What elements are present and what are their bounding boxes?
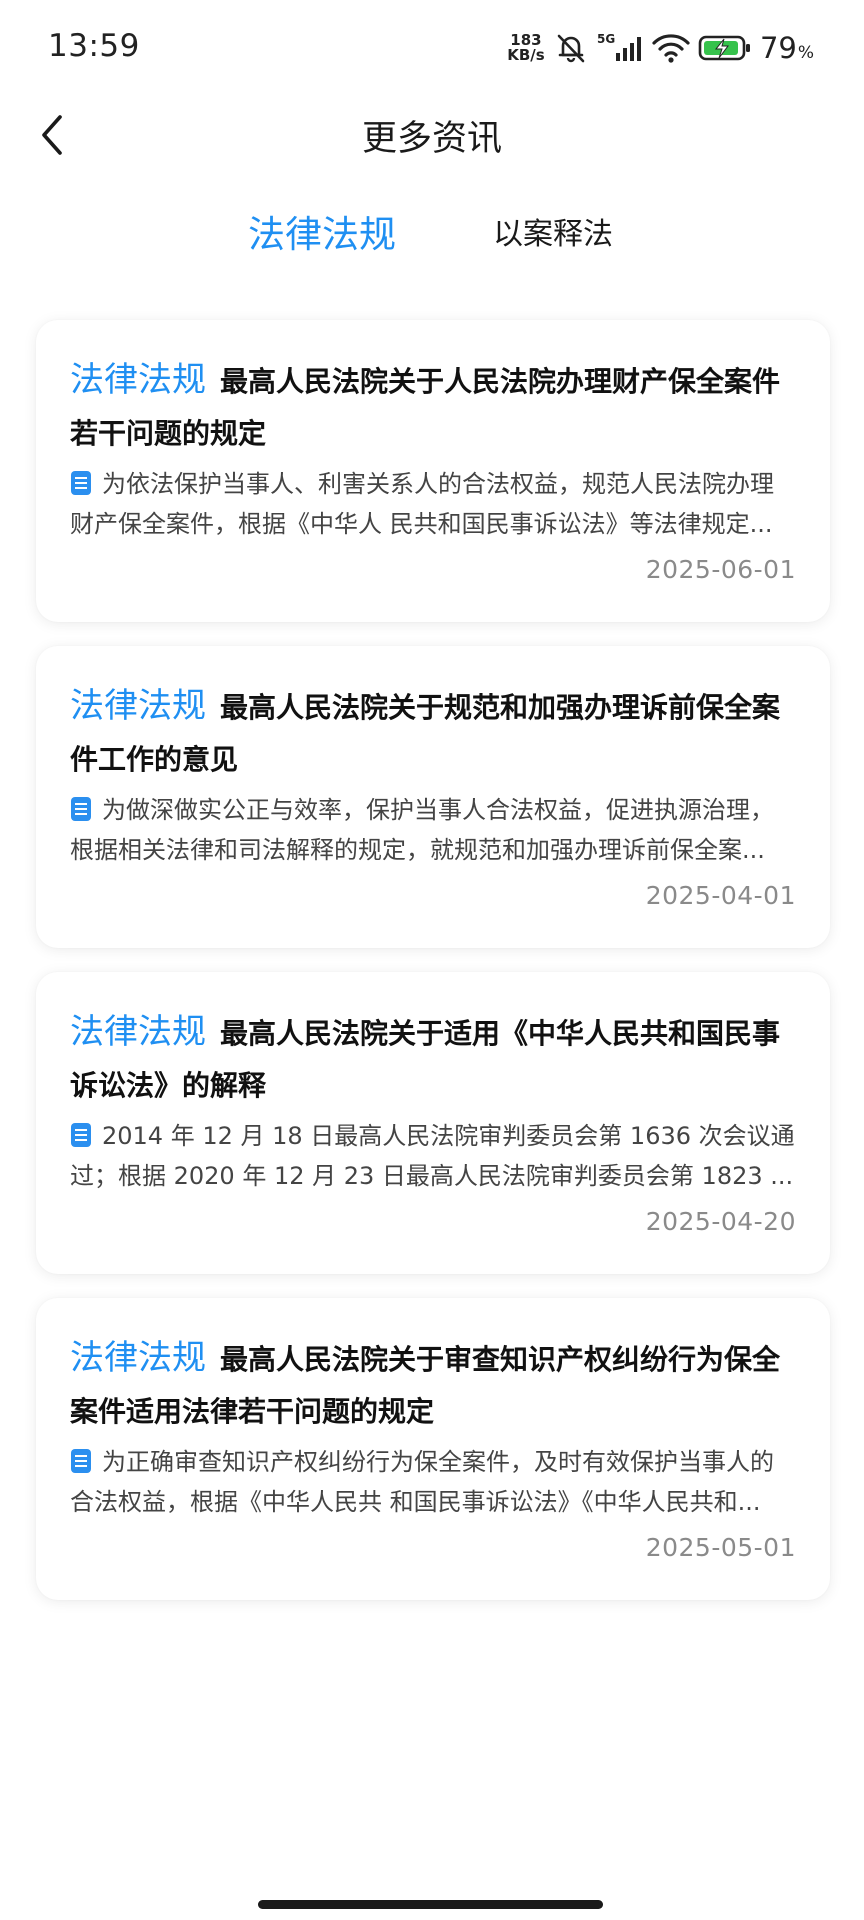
document-icon: [71, 1123, 91, 1147]
article-card[interactable]: 法律法规 最高人民法院关于规范和加强办理诉前保全案件工作的意见 为做深做实公正与效…: [36, 646, 830, 948]
page-title: 更多资讯: [361, 119, 502, 159]
article-heading: 法律法规 最高人民法院关于人民法院办理财产保全案件若干问题的规定: [70, 354, 796, 458]
battery-percent: 79%: [760, 31, 814, 65]
net-speed: 183 KB/s: [506, 33, 546, 63]
article-card[interactable]: 法律法规 最高人民法院关于审查知识产权纠纷行为保全案件适用法律若干问题的规定 为正…: [36, 1298, 830, 1600]
header: 更多资讯: [0, 96, 864, 174]
article-card[interactable]: 法律法规 最高人民法院关于人民法院办理财产保全案件若干问题的规定 为依法保护当事人…: [36, 320, 830, 622]
summary-line-2: 根据相关法律和司法解释的规定，就规范和加强办理诉前保全案...: [70, 836, 765, 864]
status-bar: 13:59 183 KB/s 5G 79 %: [0, 0, 864, 96]
article-category-tag: 法律法规: [70, 1012, 206, 1052]
summary-line-2: 财产保全案件，根据《中华人 民共和国民事诉讼法》等法律规定...: [70, 510, 773, 538]
battery-charging-icon: [698, 33, 752, 63]
summary-line-2: 过；根据 2020 年 12 月 23 日最高人民法院审判委员会第 1823 .…: [70, 1162, 794, 1190]
summary-line-1: 为依法保护当事人、利害关系人的合法权益，规范人民法院办理: [102, 470, 774, 498]
tab-laws-regulations[interactable]: 法律法规: [248, 196, 396, 266]
battery-percent-unit: %: [797, 43, 814, 63]
article-category-tag: 法律法规: [70, 686, 206, 726]
home-indicator[interactable]: [258, 1900, 603, 1909]
summary-line-2: 合法权益，根据《中华人民共 和国民事诉讼法》《中华人民共和...: [70, 1488, 761, 1516]
article-heading: 法律法规 最高人民法院关于适用《中华人民共和国民事诉讼法》的解释: [70, 1006, 796, 1110]
net-speed-unit: KB/s: [507, 46, 545, 64]
tab-case-interpretation[interactable]: 以案释法: [493, 196, 613, 266]
article-summary: 为依法保护当事人、利害关系人的合法权益，规范人民法院办理 财产保全案件，根据《中…: [70, 464, 796, 544]
wifi-icon: [652, 31, 690, 65]
status-time: 13:59: [48, 28, 140, 64]
document-icon: [71, 797, 91, 821]
article-summary: 为做深做实公正与效率，保护当事人合法权益，促进执源治理， 根据相关法律和司法解释…: [70, 790, 796, 870]
tab-bar: 法律法规 以案释法: [0, 196, 864, 266]
article-summary: 为正确审查知识产权纠纷行为保全案件，及时有效保护当事人的 合法权益，根据《中华人…: [70, 1442, 796, 1522]
signal-5g-icon: 5G: [596, 31, 644, 65]
article-heading: 法律法规 最高人民法院关于审查知识产权纠纷行为保全案件适用法律若干问题的规定: [70, 1332, 796, 1436]
article-date: 2025-06-01: [645, 555, 796, 584]
article-date: 2025-04-20: [645, 1207, 796, 1236]
battery-percent-value: 79: [759, 31, 797, 65]
article-heading: 法律法规 最高人民法院关于规范和加强办理诉前保全案件工作的意见: [70, 680, 796, 784]
summary-line-1: 2014 年 12 月 18 日最高人民法院审判委员会第 1636 次会议通: [102, 1122, 795, 1150]
article-summary: 2014 年 12 月 18 日最高人民法院审判委员会第 1636 次会议通 过…: [70, 1116, 796, 1196]
status-icons: 183 KB/s 5G 79 %: [506, 28, 814, 68]
page: 13:59 183 KB/s 5G 79 % 更多资讯 法律法规 以案释法 法律…: [0, 0, 864, 1920]
article-category-tag: 法律法规: [70, 360, 206, 400]
summary-line-1: 为正确审查知识产权纠纷行为保全案件，及时有效保护当事人的: [102, 1448, 774, 1476]
article-date: 2025-05-01: [645, 1533, 796, 1562]
document-icon: [71, 1449, 91, 1473]
article-list: 法律法规 最高人民法院关于人民法院办理财产保全案件若干问题的规定 为依法保护当事人…: [36, 320, 830, 1624]
article-date: 2025-04-01: [645, 881, 796, 910]
document-icon: [71, 471, 91, 495]
bell-off-icon: [554, 31, 588, 65]
article-category-tag: 法律法规: [70, 1338, 206, 1378]
article-card[interactable]: 法律法规 最高人民法院关于适用《中华人民共和国民事诉讼法》的解释 2014 年 1…: [36, 972, 830, 1274]
summary-line-1: 为做深做实公正与效率，保护当事人合法权益，促进执源治理，: [102, 796, 774, 824]
network-type-label: 5G: [597, 32, 615, 46]
